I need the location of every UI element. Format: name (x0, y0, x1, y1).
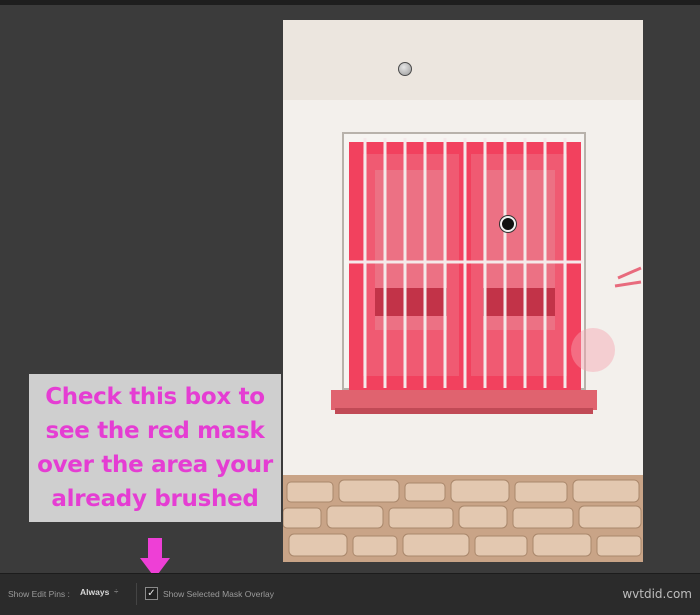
toolbar-divider (136, 583, 137, 605)
callout-line-4: already brushed (51, 486, 259, 512)
photo-image (283, 20, 643, 562)
callout-line-1: Check this box to (45, 384, 265, 410)
watermark-text: wvtdid.com (622, 587, 692, 601)
select-arrows-icon[interactable]: ÷ (114, 587, 118, 596)
photo-preview[interactable] (283, 20, 643, 562)
mask-overlay-label[interactable]: Show Selected Mask Overlay (163, 589, 274, 599)
black-pin-icon[interactable] (500, 216, 516, 232)
callout-text: Check this box to see the red mask over … (37, 380, 273, 516)
bottom-toolbar: Show Edit Pins : Always ÷ ✓ Show Selecte… (0, 573, 700, 615)
mask-overlay-checkbox[interactable]: ✓ (145, 587, 158, 600)
instruction-callout: Check this box to see the red mask over … (29, 374, 281, 522)
callout-line-2: see the red mask (45, 418, 265, 444)
edit-pins-select[interactable]: Always (80, 587, 109, 597)
callout-line-3: over the area your (37, 452, 273, 478)
grey-pin-icon[interactable] (398, 62, 412, 76)
show-edit-pins-label: Show Edit Pins : (8, 589, 70, 599)
